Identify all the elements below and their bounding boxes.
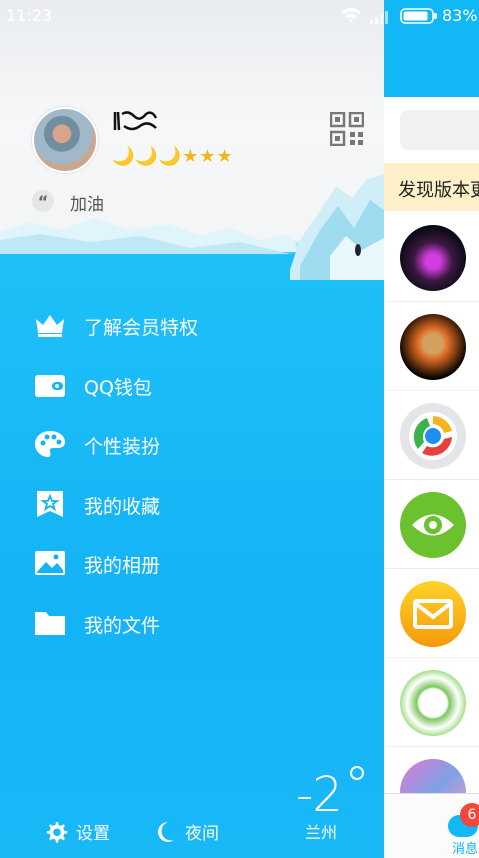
conversation-row[interactable] (384, 390, 479, 480)
update-banner-text: 发现版本更新 (398, 180, 479, 201)
menu-album[interactable]: 我的相册 (34, 543, 354, 583)
nickname-scribble[interactable] (112, 108, 160, 134)
quote-icon: “ (32, 190, 54, 212)
wallet-icon (35, 375, 65, 397)
contact-avatar (400, 670, 466, 736)
mail-icon (413, 599, 453, 629)
side-drawer: 11:23 🌙🌙🌙★★★ “ 加油 了解会员特权 QQ钱包 个性装扮 我的收藏 … (0, 0, 384, 858)
menu-label: 了解会员特权 (84, 317, 199, 339)
menu-qq-wallet[interactable]: QQ钱包 (34, 365, 354, 405)
conversation-row[interactable] (384, 301, 479, 391)
favorite-icon (37, 491, 63, 517)
crown-icon (36, 315, 64, 337)
night-mode-label: 夜间 (185, 824, 219, 844)
qzone-avatar (400, 403, 466, 469)
qzone-icon (409, 412, 457, 460)
palette-icon (35, 431, 65, 457)
menu-label: 个性装扮 (84, 436, 161, 458)
gear-icon (46, 822, 68, 843)
unread-badge: 6 (460, 803, 479, 827)
moon-icon (158, 822, 174, 842)
wifi-icon (341, 8, 361, 23)
menu-favorites[interactable]: 我的收藏 (34, 484, 354, 524)
profile-avatar[interactable] (32, 107, 98, 173)
folder-icon (35, 612, 65, 635)
menu-label: QQ钱包 (84, 377, 152, 399)
contact-avatar (400, 314, 466, 380)
drawer-bottom-bar: 设置 夜间 (0, 800, 384, 858)
battery-percent: 83% (442, 6, 478, 25)
album-icon (35, 551, 65, 575)
battery-icon (400, 8, 437, 24)
signal-icon (370, 11, 388, 24)
status-icons: 83% (336, 5, 479, 27)
signature-text[interactable]: 加油 (70, 190, 104, 215)
conversation-row[interactable] (384, 657, 479, 747)
conversation-row[interactable] (384, 479, 479, 569)
qr-code-icon[interactable] (330, 112, 364, 146)
eye-app-avatar (400, 492, 466, 558)
menu-files[interactable]: 我的文件 (34, 603, 354, 643)
message-tab-label[interactable]: 消息 (452, 838, 478, 857)
status-time: 11:23 (6, 6, 53, 25)
update-banner[interactable]: 发现版本更新 (384, 163, 479, 211)
contact-avatar (400, 225, 466, 291)
search-box[interactable] (400, 110, 479, 150)
eye-icon (412, 514, 454, 536)
iceberg-illustration (0, 174, 384, 280)
menu-personalize[interactable]: 个性装扮 (34, 424, 354, 464)
level-indicator[interactable]: 🌙🌙🌙★★★ (112, 146, 234, 167)
degree-symbol (350, 766, 364, 780)
mail-app-avatar (400, 581, 466, 647)
menu-label: 我的相册 (84, 555, 161, 577)
conversation-row[interactable] (384, 212, 479, 302)
status-bar: 11:23 (0, 0, 384, 30)
menu-label: 我的文件 (84, 615, 161, 637)
conversation-row[interactable] (384, 568, 479, 658)
menu-vip-privileges[interactable]: 了解会员特权 (34, 305, 354, 345)
settings-label: 设置 (76, 824, 110, 844)
conversation-list-panel: 发现版本更新 (384, 0, 479, 858)
menu-label: 我的收藏 (84, 496, 161, 518)
